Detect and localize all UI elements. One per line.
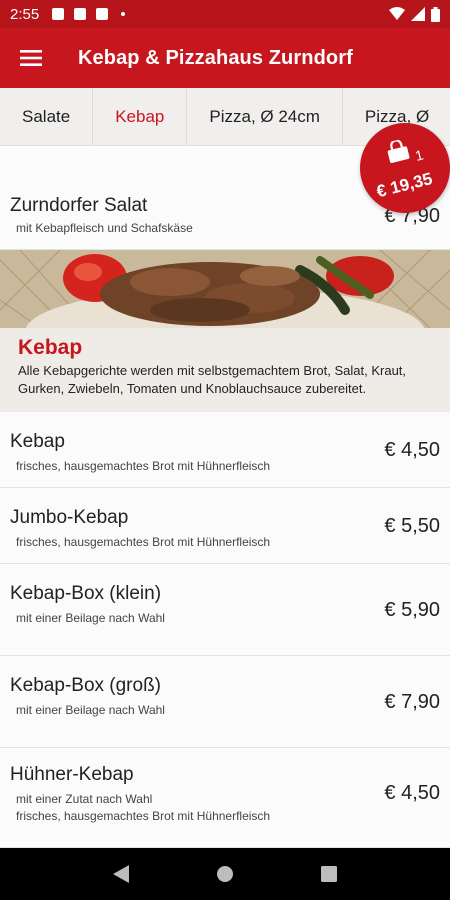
home-circle-icon[interactable] [216, 865, 234, 883]
shopping-bag-icon [387, 139, 410, 163]
cart-total: € 19,35 [374, 169, 435, 202]
item-price: € 4,50 [384, 782, 440, 804]
menu-item-jumbo-kebap[interactable]: Jumbo-Kebap frisches, hausgemachtes Brot… [0, 488, 450, 564]
item-price: € 7,90 [384, 691, 440, 713]
status-bar: 2:55 [0, 0, 450, 28]
menu-item-kebap-box-gross[interactable]: Kebap-Box (groß) mit einer Beilage nach … [0, 656, 450, 748]
kebap-category-image [0, 250, 450, 328]
tab-salate[interactable]: Salate [0, 88, 94, 145]
item-price: € 4,50 [384, 439, 440, 461]
back-triangle-icon[interactable] [113, 865, 130, 883]
notification-icon [52, 8, 65, 20]
item-description: frisches, hausgemachtes Brot mit Hühnerf… [16, 809, 271, 823]
tab-kebap[interactable]: Kebap [93, 88, 188, 145]
signal-icon [411, 7, 425, 21]
menu-button[interactable] [0, 28, 62, 88]
section-title: Kebap [18, 336, 83, 359]
hamburger-menu-icon [20, 50, 42, 66]
section-header-kebap: Kebap Alle Kebapgerichte werden mit selb… [0, 328, 450, 412]
cart-count: 1 [413, 146, 425, 164]
notification-icon [96, 8, 109, 20]
app-bar: Kebap & Pizzahaus Zurndorf [0, 28, 450, 88]
menu-list[interactable]: Zurndorfer Salat mit Kebapfleisch und Sc… [0, 147, 450, 848]
section-description: Alle Kebapgerichte werden mit selbstgema… [18, 363, 407, 396]
item-price: € 5,50 [384, 515, 440, 537]
menu-item-huehner-kebap[interactable]: Hühner-Kebap mit einer Zutat nach Wahl f… [0, 748, 450, 848]
item-name: Hühner-Kebap [10, 764, 134, 785]
notification-icon [74, 8, 87, 20]
battery-icon [431, 6, 440, 22]
system-navigation-bar [0, 848, 450, 900]
status-time: 2:55 [10, 5, 40, 23]
menu-item-kebap-box-klein[interactable]: Kebap-Box (klein) mit einer Beilage nach… [0, 564, 450, 656]
app-title: Kebap & Pizzahaus Zurndorf [78, 46, 353, 69]
menu-item-kebap[interactable]: Kebap frisches, hausgemachtes Brot mit H… [0, 412, 450, 488]
more-notifications-icon [121, 12, 126, 16]
recents-square-icon[interactable] [320, 866, 337, 882]
wifi-icon [389, 7, 405, 20]
tab-pizza-24cm[interactable]: Pizza, Ø 24cm [187, 88, 343, 145]
item-price: € 5,90 [384, 599, 440, 621]
